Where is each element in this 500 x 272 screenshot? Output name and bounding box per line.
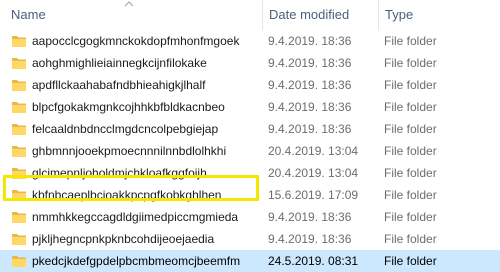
file-type: File folder	[384, 100, 437, 114]
file-name[interactable]: blpcfgokakmgnkcojhhkbfbldkacnbeo	[32, 96, 225, 118]
folder-icon	[12, 234, 26, 245]
file-type: File folder	[384, 210, 437, 224]
file-date-modified: 9.4.2019. 18:36	[268, 34, 352, 48]
folder-icon	[12, 102, 26, 113]
file-name[interactable]: felcaaldnbdncclmgdcncolpebgiejap	[32, 118, 218, 140]
file-type: File folder	[384, 188, 437, 202]
file-row[interactable]: felcaaldnbdncclmgdcncolpebgiejap 9.4.2019…	[0, 118, 500, 140]
folder-icon	[12, 124, 26, 135]
file-name[interactable]: glcimepnljoholdmjchkloafkggfoijh	[32, 162, 207, 184]
file-name[interactable]: pkedcjkdefgpdelpbcmbmeomcjbeemfm	[32, 250, 240, 272]
file-date-modified: 9.4.2019. 18:36	[268, 122, 352, 136]
file-name[interactable]: ghbmnnjooekpmoecnnnilnnbdlolhkhi	[32, 140, 226, 162]
folder-icon	[12, 190, 26, 201]
file-date-modified: 15.6.2019. 17:09	[268, 188, 359, 202]
file-date-modified: 20.4.2019. 13:04	[268, 144, 359, 158]
file-type: File folder	[384, 56, 437, 70]
folder-icon	[12, 58, 26, 69]
file-name[interactable]: aapocclcgogkmnckokdopfmhonfmgoek	[32, 30, 239, 52]
chevron-up-icon	[124, 1, 134, 7]
column-header-date-modified[interactable]: Date modified	[262, 0, 378, 30]
folder-icon	[12, 256, 26, 267]
file-explorer-list: Name Date modified Type aapocclcgogkmnck…	[0, 0, 500, 272]
file-row[interactable]: blpcfgokakmgnkcojhhkbfbldkacnbeo 9.4.2019…	[0, 96, 500, 118]
file-name[interactable]: kbfnbcaeplbcioakkpcpgfkobkghlhen	[32, 184, 221, 206]
file-type: File folder	[384, 144, 437, 158]
file-date-modified: 9.4.2019. 18:36	[268, 78, 352, 92]
file-date-modified: 24.5.2019. 08:31	[268, 254, 359, 268]
file-type: File folder	[384, 78, 437, 92]
file-type: File folder	[384, 34, 437, 48]
file-row[interactable]: glcimepnljoholdmjchkloafkggfoijh 20.4.201…	[0, 162, 500, 184]
file-name[interactable]: aohghmighlieiainnegkcijnfilokake	[32, 52, 207, 74]
file-type: File folder	[384, 122, 437, 136]
file-row[interactable]: nmmhkkegccagdldgiimedpiccmgmieda 9.4.2019…	[0, 206, 500, 228]
file-date-modified: 9.4.2019. 18:36	[268, 100, 352, 114]
file-type: File folder	[384, 232, 437, 246]
file-date-modified: 20.4.2019. 13:04	[268, 166, 359, 180]
file-name[interactable]: pjkljhegncpnkpknbcohdijeoejaedia	[32, 228, 214, 250]
file-row[interactable]: aapocclcgogkmnckokdopfmhonfmgoek 9.4.2019…	[0, 30, 500, 52]
file-name[interactable]: apdfllckaahabafndbhieahigkjlhalf	[32, 74, 205, 96]
folder-icon	[12, 146, 26, 157]
folder-icon	[12, 212, 26, 223]
file-row[interactable]: kbfnbcaeplbcioakkpcpgfkobkghlhen 15.6.201…	[0, 184, 500, 206]
file-type: File folder	[384, 254, 437, 268]
file-row[interactable]: ghbmnnjooekpmoecnnnilnnbdlolhkhi 20.4.201…	[0, 140, 500, 162]
file-list: aapocclcgogkmnckokdopfmhonfmgoek 9.4.2019…	[0, 30, 500, 272]
file-row[interactable]: apdfllckaahabafndbhieahigkjlhalf 9.4.2019…	[0, 74, 500, 96]
file-date-modified: 9.4.2019. 18:36	[268, 232, 352, 246]
file-type: File folder	[384, 166, 437, 180]
folder-icon	[12, 168, 26, 179]
file-row[interactable]: pjkljhegncpnkpknbcohdijeoejaedia 9.4.2019…	[0, 228, 500, 250]
file-name[interactable]: nmmhkkegccagdldgiimedpiccmgmieda	[32, 206, 238, 228]
folder-icon	[12, 80, 26, 91]
file-row[interactable]: aohghmighlieiainnegkcijnfilokake 9.4.2019…	[0, 52, 500, 74]
folder-icon	[12, 36, 26, 47]
column-header-bar: Name Date modified Type	[0, 0, 500, 30]
file-row[interactable]: pkedcjkdefgpdelpbcmbmeomcjbeemfm 24.5.201…	[0, 250, 500, 272]
file-date-modified: 9.4.2019. 18:36	[268, 210, 352, 224]
column-header-type[interactable]: Type	[378, 0, 500, 30]
file-date-modified: 9.4.2019. 18:36	[268, 56, 352, 70]
